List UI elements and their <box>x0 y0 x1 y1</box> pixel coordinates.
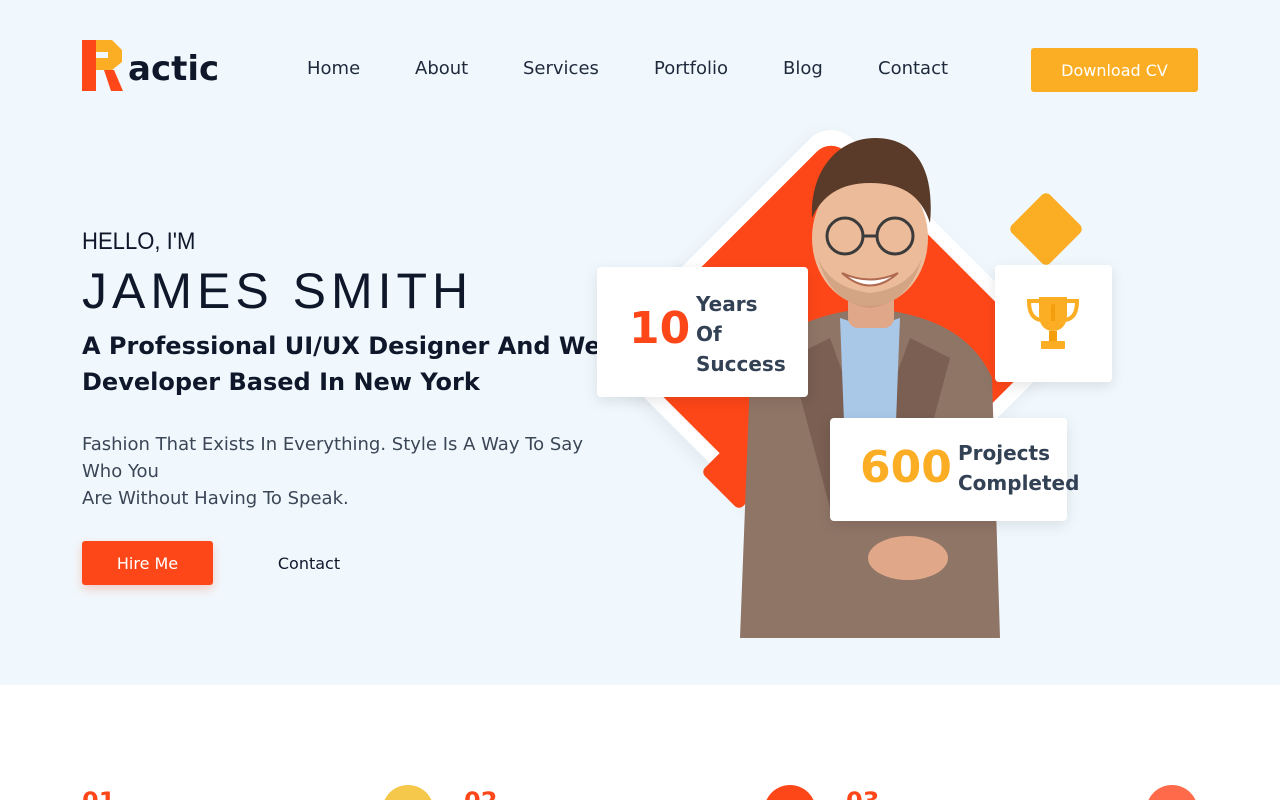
nav-contact[interactable]: Contact <box>878 58 948 79</box>
projects-value: 600 <box>860 442 952 493</box>
years-label-line2: Of <box>696 322 722 346</box>
stat-card-years: 10 Years Of Success <box>597 267 808 397</box>
years-value: 10 <box>629 303 691 354</box>
nav-home[interactable]: Home <box>307 58 360 79</box>
service-number-1: 01 <box>82 787 115 800</box>
trophy-icon <box>1026 297 1080 349</box>
nav-about[interactable]: About <box>415 58 468 79</box>
projects-label: Projects Completed <box>958 438 1088 498</box>
years-label-line1: Years <box>696 292 758 316</box>
nav-blog[interactable]: Blog <box>783 58 823 79</box>
hero-headline: A Professional UI/UX Designer And Web De… <box>82 328 642 400</box>
projects-label-line2: Completed <box>958 471 1080 495</box>
hero-visual: 10 Years Of Success 600 Projects Complet… <box>590 117 1130 650</box>
hero-section: actic Home About Services Portfolio Blog… <box>0 0 1280 685</box>
services-section: 01 02 03 <box>0 685 1280 800</box>
stat-card-trophy <box>995 265 1112 382</box>
hero-description: Fashion That Exists In Everything. Style… <box>82 431 602 512</box>
hero-description-line1: Fashion That Exists In Everything. Style… <box>82 434 583 455</box>
service-icon-3 <box>1146 785 1198 800</box>
service-number-2: 02 <box>464 787 497 800</box>
logo-text: actic <box>128 49 220 89</box>
nav-portfolio[interactable]: Portfolio <box>654 58 728 79</box>
years-label-line3: Success <box>696 352 786 376</box>
hero-description-line3: Are Without Having To Speak. <box>82 488 349 509</box>
hero-name: JAMES SMITH <box>82 263 474 319</box>
service-icon-2 <box>764 785 816 800</box>
decor-square-yellow <box>1007 190 1085 268</box>
hero-headline-line2: Developer Based In New York <box>82 368 480 396</box>
service-number-3: 03 <box>846 787 879 800</box>
nav-services[interactable]: Services <box>523 58 599 79</box>
hero-description-line2: Who You <box>82 461 159 482</box>
hero-greeting: HELLO, I'M <box>82 228 196 255</box>
hero-headline-line1: A Professional UI/UX Designer And Web <box>82 332 618 360</box>
download-cv-button[interactable]: Download CV <box>1031 48 1198 92</box>
years-label: Years Of Success <box>696 289 796 379</box>
stat-card-projects: 600 Projects Completed <box>830 418 1079 521</box>
contact-button[interactable]: Contact <box>244 541 374 585</box>
projects-label-line1: Projects <box>958 441 1051 465</box>
service-icon-1 <box>382 785 434 800</box>
hire-me-button[interactable]: Hire Me <box>82 541 213 585</box>
